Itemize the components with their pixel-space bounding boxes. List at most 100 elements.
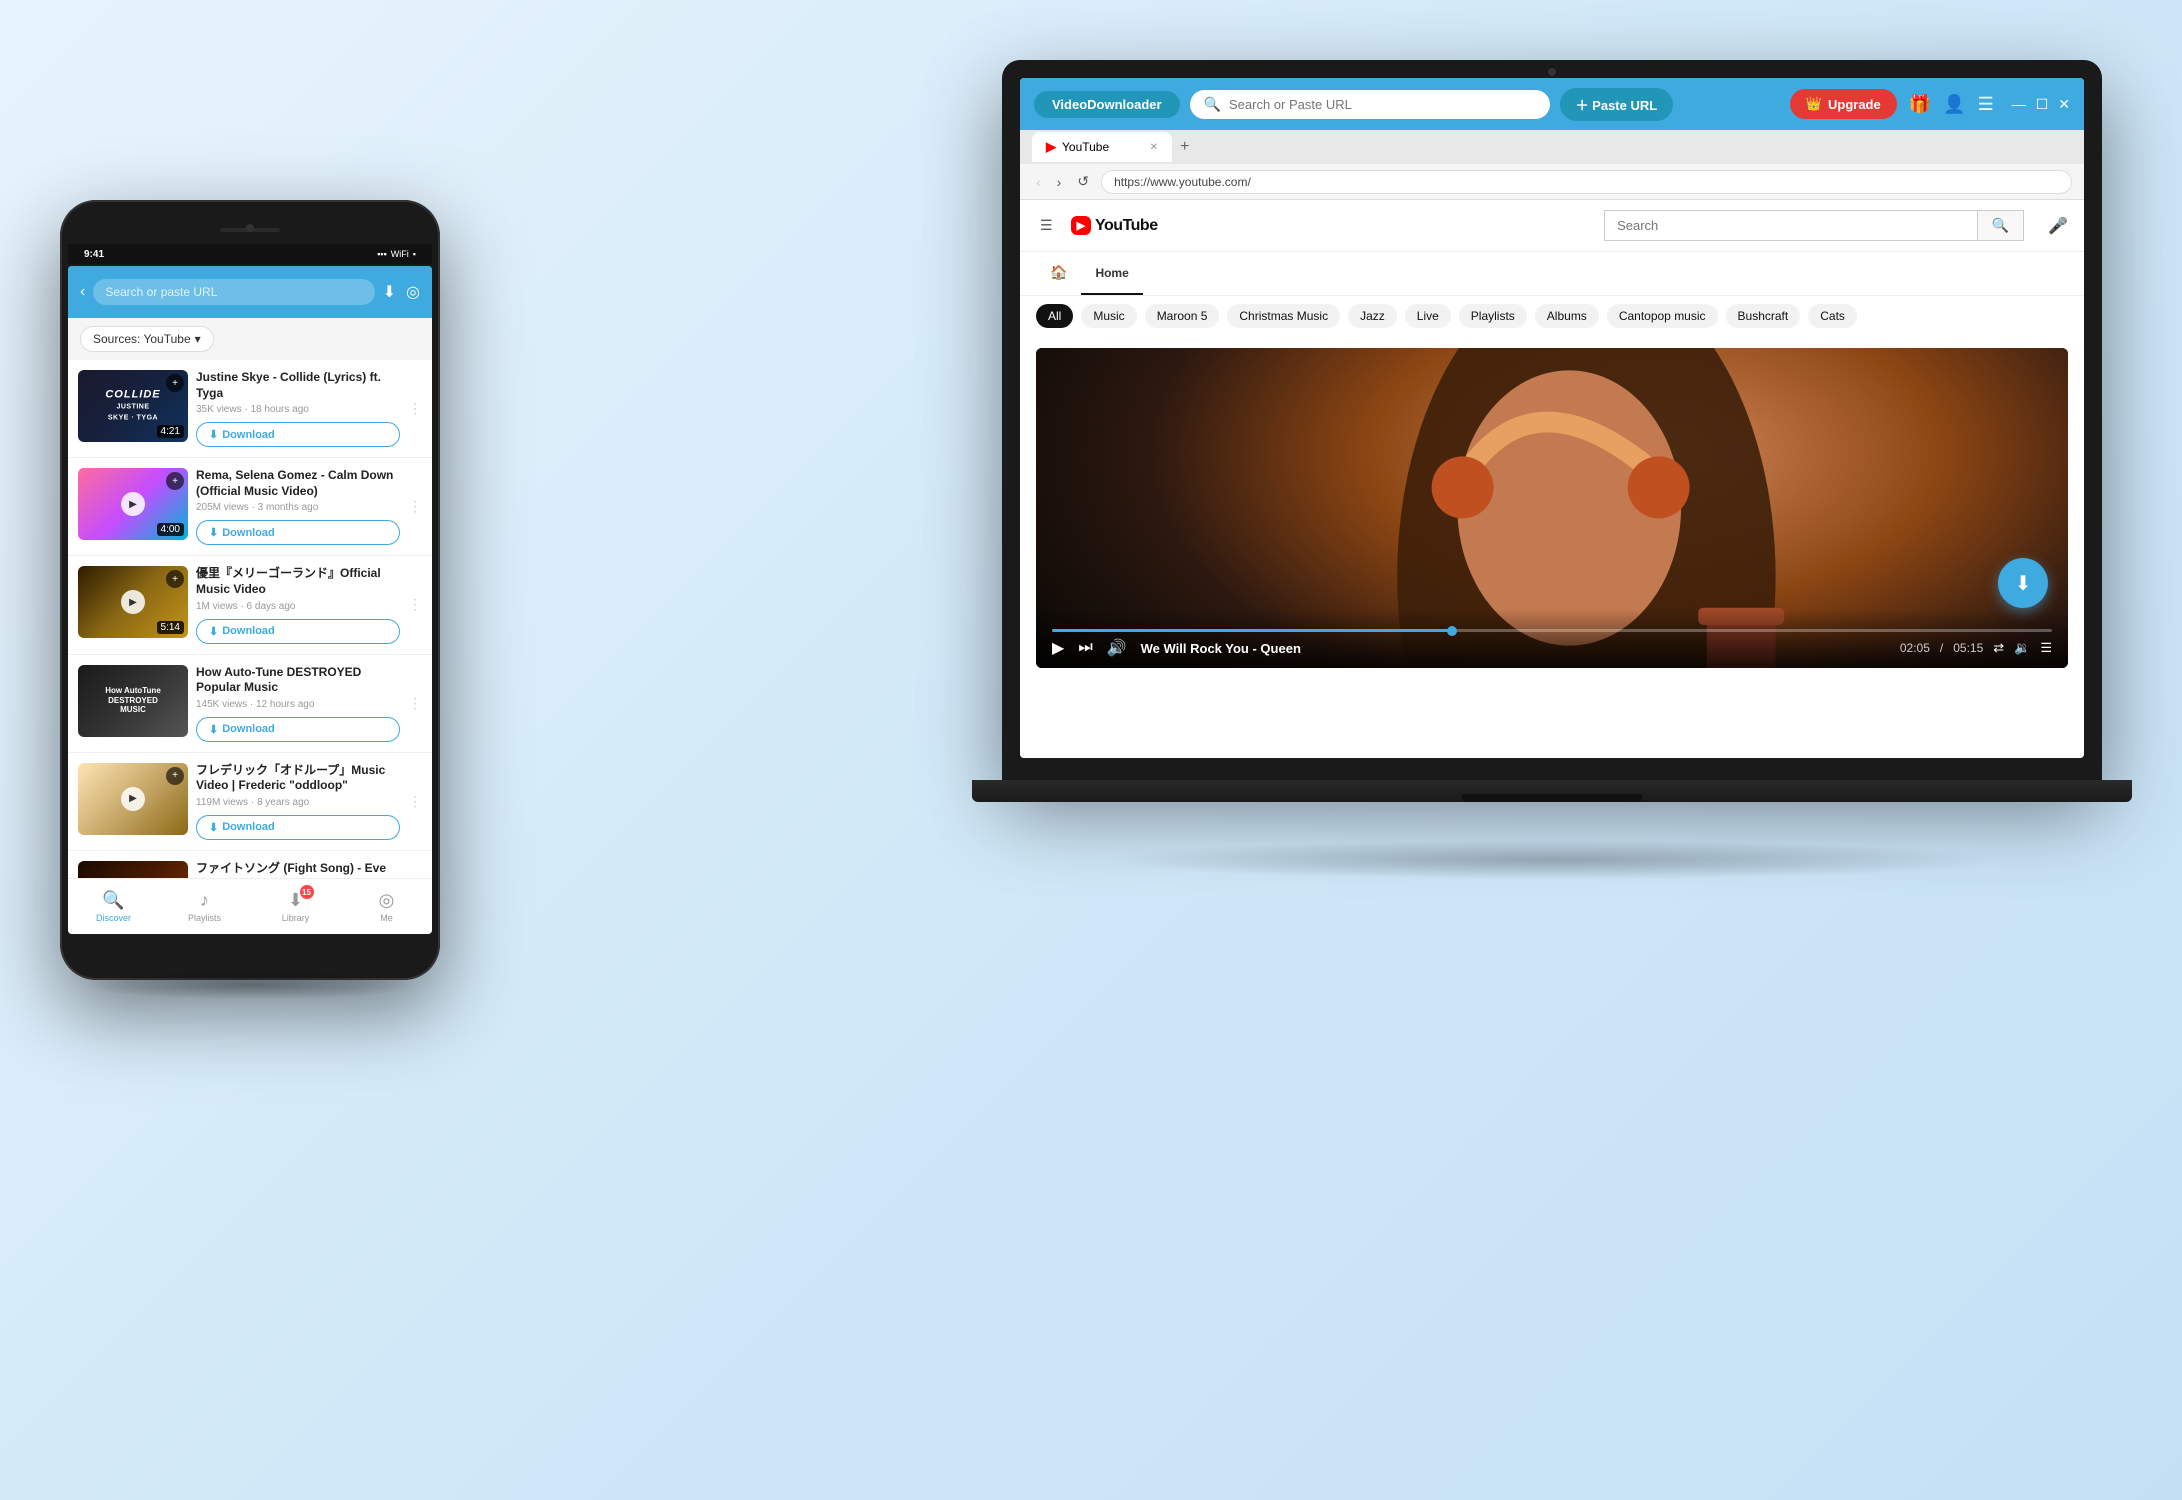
account-icon[interactable]: 👤	[1943, 94, 1965, 115]
shuffle-button[interactable]: ⇄	[1993, 640, 2004, 656]
status-time: 9:41	[84, 249, 104, 260]
filter-all[interactable]: All	[1036, 304, 1073, 328]
thumb-play-3[interactable]: ▶	[121, 590, 145, 614]
thumb-add-button-1[interactable]: +	[166, 374, 184, 392]
app-header: VideoDownloader 🔍 ＋ Paste URL 👑 Upgrade …	[1020, 78, 2084, 130]
download-button-3[interactable]: ⬇ Download	[196, 619, 400, 644]
video-info-1: Justine Skye - Collide (Lyrics) ft. Tyga…	[196, 370, 400, 447]
filter-playlists[interactable]: Playlists	[1459, 304, 1527, 328]
forward-button[interactable]: ›	[1053, 172, 1066, 192]
app-logo-button[interactable]: VideoDownloader	[1034, 91, 1180, 118]
filter-cantopop[interactable]: Cantopop music	[1607, 304, 1718, 328]
yt-menu-icon[interactable]: ☰	[1036, 215, 1057, 236]
yt-home-icon-link[interactable]: 🏠	[1036, 252, 1081, 295]
video-player[interactable]: ▶ ⏭ 🔊 We Will Rock You - Queen 02:05 / 0…	[1036, 348, 2068, 668]
list-item: ▶ 4:00 + Rema, Selena Gomez - Calm Down …	[68, 458, 432, 556]
phone-body: 9:41 ▪▪▪ WiFi ▪ ‹ Search or paste URL ⬇ …	[60, 200, 440, 980]
filter-cats[interactable]: Cats	[1808, 304, 1857, 328]
phone-search-placeholder: Search or paste URL	[105, 285, 217, 299]
video-controls-row: ▶ ⏭ 🔊 We Will Rock You - Queen 02:05 / 0…	[1052, 638, 2052, 658]
filter-live[interactable]: Live	[1405, 304, 1451, 328]
search-input[interactable]	[1229, 97, 1536, 112]
yt-logo-text: YouTube	[1095, 217, 1158, 235]
close-button[interactable]: ✕	[2058, 96, 2070, 113]
video-title-6: ファイトソング (Fight Song) - Eve Music Video	[196, 861, 400, 878]
filter-albums[interactable]: Albums	[1535, 304, 1599, 328]
yt-search-button[interactable]: 🔍	[1977, 211, 2023, 240]
gift-icon[interactable]: 🎁	[1909, 94, 1931, 115]
more-options-button-2[interactable]: ⋮	[408, 498, 422, 515]
volume-button[interactable]: 🔊	[1107, 638, 1127, 658]
maximize-button[interactable]: ☐	[2036, 96, 2049, 113]
refresh-button[interactable]: ↺	[1073, 171, 1093, 192]
video-meta-4: 145K views · 12 hours ago	[196, 699, 400, 710]
tab-close-button[interactable]: ✕	[1150, 142, 1158, 153]
app-search-bar[interactable]: 🔍	[1190, 90, 1550, 119]
yt-filters: All Music Maroon 5 Christmas Music Jazz …	[1020, 296, 2084, 336]
thumb-add-button-3[interactable]: +	[166, 570, 184, 588]
phone-download-icon[interactable]: ⬇	[383, 282, 396, 302]
download-button-1[interactable]: ⬇ Download	[196, 422, 400, 447]
sources-dropdown[interactable]: Sources: YouTube ▾	[80, 326, 214, 352]
thumb-add-button-2[interactable]: +	[166, 472, 184, 490]
mute-button[interactable]: 🔉	[2014, 640, 2030, 656]
filter-maroon5[interactable]: Maroon 5	[1145, 304, 1220, 328]
filter-christmas[interactable]: Christmas Music	[1227, 304, 1340, 328]
yt-search-bar: 🔍	[1604, 210, 2024, 241]
play-button[interactable]: ▶	[1052, 638, 1064, 658]
more-options-button-1[interactable]: ⋮	[408, 400, 422, 417]
video-info-3: 優里『メリーゴーランド』Official Music Video 1M view…	[196, 566, 400, 643]
download-button-4[interactable]: ⬇ Download	[196, 717, 400, 742]
thumb-play-2[interactable]: ▶	[121, 492, 145, 516]
list-item: How AutoTuneDESTROYEDMUSIC How Auto-Tune…	[68, 655, 432, 753]
minimize-button[interactable]: —	[2012, 96, 2026, 113]
browser-tabs: ▶ YouTube ✕ +	[1020, 130, 2084, 164]
phone-shadow	[80, 970, 420, 1000]
download-fab-button[interactable]: ⬇	[1998, 558, 2048, 608]
status-icons: ▪▪▪ WiFi ▪	[377, 249, 416, 259]
new-tab-button[interactable]: +	[1172, 138, 1197, 156]
me-nav-icon: ◎	[379, 890, 395, 911]
skip-forward-button[interactable]: ⏭	[1078, 639, 1092, 657]
paste-url-button[interactable]: ＋ Paste URL	[1560, 88, 1674, 121]
phone-camera	[246, 224, 254, 232]
thumb-play-5[interactable]: ▶	[121, 787, 145, 811]
wifi-icon: WiFi	[391, 249, 409, 259]
phone-back-button[interactable]: ‹	[80, 283, 85, 301]
phone-header-icons: ⬇ ◎	[383, 282, 420, 302]
more-options-button-4[interactable]: ⋮	[408, 695, 422, 712]
thumb-add-button-5[interactable]: +	[166, 767, 184, 785]
video-thumbnail-6: ▶	[78, 861, 188, 878]
nav-library[interactable]: ⬇ 15 Library	[250, 879, 341, 934]
progress-bar[interactable]	[1052, 629, 2052, 632]
yt-main-content: ▶ ⏭ 🔊 We Will Rock You - Queen 02:05 / 0…	[1020, 336, 2084, 680]
more-options-button-3[interactable]: ⋮	[408, 596, 422, 613]
download-button-5[interactable]: ⬇ Download	[196, 815, 400, 840]
menu-icon[interactable]: ☰	[1978, 94, 1994, 115]
yt-home-link[interactable]: Home	[1081, 252, 1142, 295]
youtube-tab[interactable]: ▶ YouTube ✕	[1032, 132, 1172, 162]
yt-search-input[interactable]	[1605, 212, 1977, 239]
video-meta-3: 1M views · 6 days ago	[196, 601, 400, 612]
video-thumbnail-3: ▶ 5:14 +	[78, 566, 188, 638]
filter-jazz[interactable]: Jazz	[1348, 304, 1397, 328]
crown-icon: 👑	[1806, 96, 1822, 112]
more-options-button-5[interactable]: ⋮	[408, 793, 422, 810]
phone-search-bar[interactable]: Search or paste URL	[93, 279, 374, 305]
filter-bushcraft[interactable]: Bushcraft	[1726, 304, 1801, 328]
phone-discover-icon[interactable]: ◎	[406, 282, 420, 302]
download-button-2[interactable]: ⬇ Download	[196, 520, 400, 545]
address-bar[interactable]: https://www.youtube.com/	[1101, 170, 2072, 194]
filter-music[interactable]: Music	[1081, 304, 1136, 328]
queue-button[interactable]: ☰	[2040, 640, 2052, 656]
thumb-duration-2: 4:00	[157, 523, 184, 536]
back-button[interactable]: ‹	[1032, 172, 1045, 192]
download-icon-3: ⬇	[209, 625, 218, 638]
nav-discover[interactable]: 🔍 Discover	[68, 879, 159, 934]
nav-playlists[interactable]: ♪ Playlists	[159, 879, 250, 934]
nav-me[interactable]: ◎ Me	[341, 879, 432, 934]
upgrade-button[interactable]: 👑 Upgrade	[1790, 89, 1897, 119]
video-meta-2: 205M views · 3 months ago	[196, 502, 400, 513]
yt-mic-button[interactable]: 🎤	[2048, 216, 2068, 236]
youtube-logo: ▶ YouTube	[1071, 216, 1158, 235]
